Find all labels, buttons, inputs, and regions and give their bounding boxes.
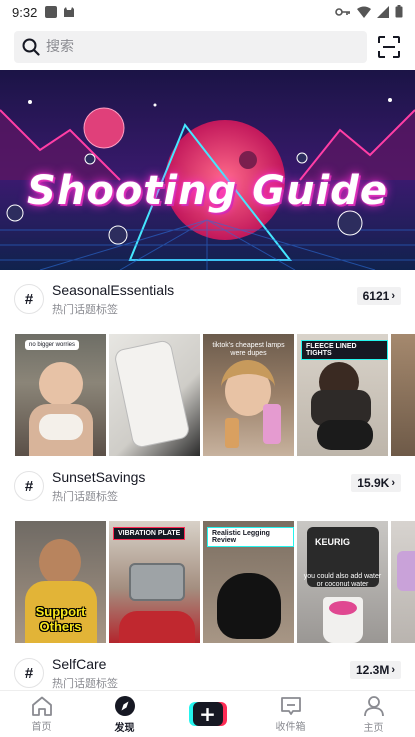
hashtag-subtitle: 热门话题标签 [52,302,118,316]
profile-icon [363,695,384,716]
search-input[interactable] [46,39,346,55]
video-thumbnail[interactable]: Support Others [15,521,106,643]
hashtag-icon: # [14,284,44,314]
nav-profile-label: 主页 [363,722,384,734]
nav-inbox-label: 收件箱 [275,721,306,733]
video-thumbnail[interactable] [391,334,415,456]
video-thumbnail[interactable]: tiktok's cheapest lamps were dupes [203,334,294,456]
video-thumbnails-row: no bigger worries tiktok's cheapest lamp… [15,334,415,456]
signal-icon [377,5,389,18]
battery-icon [395,5,403,18]
plus-icon: + [188,702,227,726]
hashtag-title: SunsetSavings [52,468,146,485]
thumbnail-caption: Support Others [35,604,86,635]
status-icons [335,5,403,18]
search-icon [22,38,40,56]
video-thumbnail[interactable]: KEURIG you could also add water or cocon… [297,521,388,643]
thumbnail-caption: VIBRATION PLATE [113,527,186,540]
inbox-icon [280,696,301,715]
nav-create[interactable]: + [166,691,249,737]
hashtag-subtitle: 热门话题标签 [52,489,118,503]
compass-icon [114,695,135,716]
thumbnail-caption: Realistic Legging Review [207,527,294,547]
search-box[interactable] [14,31,368,63]
nav-discover[interactable]: 发现 [83,691,166,737]
wifi-icon [357,6,371,18]
hashtag-icon: # [14,658,44,688]
cat-icon [64,7,75,17]
home-icon [31,696,52,716]
hashtag-row-sunsetsavings[interactable]: # SunsetSavings 热门话题标签 15.9K › [0,455,415,517]
scan-button[interactable] [377,35,401,59]
hashtag-count: 15.9K [357,476,390,490]
video-thumbnail[interactable] [109,334,200,456]
chevron-right-icon: › [391,290,395,302]
nav-profile[interactable]: 主页 [332,691,415,737]
hashtag-icon: # [14,471,44,501]
key-icon [335,7,350,16]
nav-inbox[interactable]: 收件箱 [249,691,332,737]
search-row [0,24,415,70]
video-thumbnail[interactable]: Realistic Legging Review [203,521,294,643]
video-thumbnail[interactable]: FLEECE LINED TIGHTS [297,334,388,456]
chevron-right-icon: › [391,664,395,676]
video-thumbnail[interactable]: VIBRATION PLATE [109,521,200,643]
chevron-right-icon: › [391,477,395,489]
shooting-guide-banner[interactable]: Shooting Guide [0,70,415,270]
scan-icon [378,36,401,58]
bottom-navigation: 首页 发现 + 收件箱 主页 [0,690,415,737]
video-thumbnails-row: Support Others VIBRATION PLATE Realistic… [15,521,415,643]
nav-home-label: 首页 [31,721,52,733]
hashtag-title: SeasonalEssentials [52,281,175,298]
hashtag-subtitle: 热门话题标签 [52,676,118,690]
status-bar: 9:32 [0,0,415,24]
hashtag-count-badge[interactable]: 12.3M › [349,661,401,679]
hashtag-count-badge[interactable]: 6121 › [356,287,401,305]
nav-home[interactable]: 首页 [0,691,83,737]
hashtag-count-badge[interactable]: 15.9K › [351,474,401,492]
notification-icon [45,6,58,18]
thumbnail-caption: tiktok's cheapest lamps were dupes [212,342,285,358]
thumbnail-caption: you could also add water or coconut wate… [303,573,382,589]
keurig-logo: KEURIG [315,537,351,547]
thumbnail-caption: no bigger worries [25,340,80,350]
hashtag-count: 6121 [362,289,390,303]
hashtag-row-seasonalessentials[interactable]: # SeasonalEssentials 热门话题标签 6121 › [0,268,415,330]
status-time: 9:32 [12,4,38,20]
hashtag-title: SelfCare [52,655,107,672]
hashtag-count: 12.3M [355,663,390,677]
thumbnail-caption: FLEECE LINED TIGHTS [301,340,388,360]
video-thumbnail[interactable]: no bigger worries [15,334,106,456]
banner-title: Shooting Guide [27,168,388,214]
video-thumbnail[interactable] [391,521,415,643]
nav-discover-label: 发现 [114,722,135,734]
